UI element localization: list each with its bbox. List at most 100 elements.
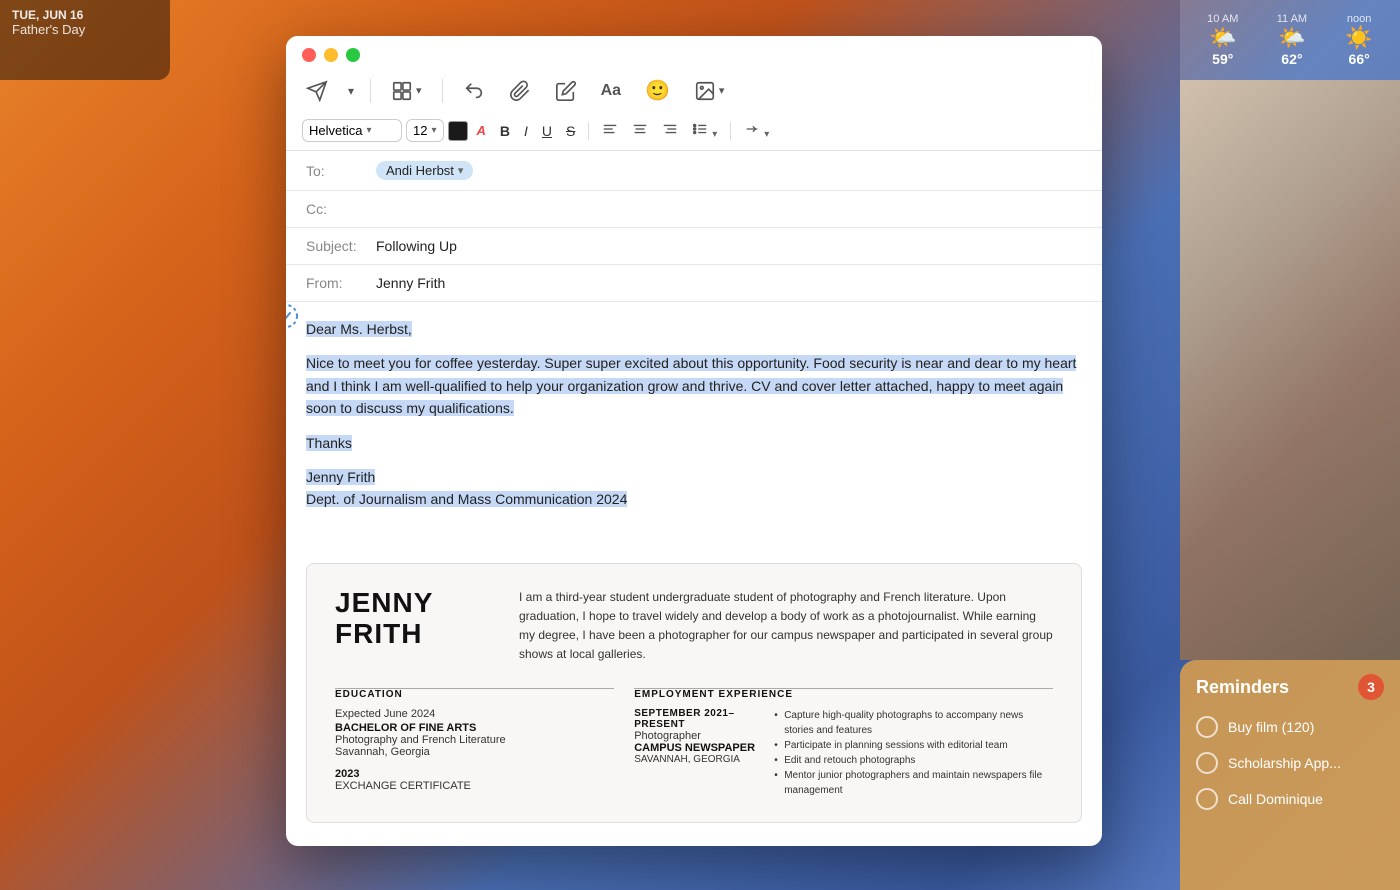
main-toolbar: ▾ ▾ [286,70,1102,115]
close-button[interactable] [302,48,316,62]
reminder-checkbox-1[interactable] [1196,752,1218,774]
weather-entry-2: noon ☀️ 66° [1345,13,1372,67]
resume-last-name: FRITH [335,619,495,650]
emp-bullet-0: Capture high-quality photographs to acco… [774,708,1053,738]
font-button[interactable]: Aa [597,78,625,104]
reminders-panel: Reminders 3 Buy film (120) Scholarship A… [1180,660,1400,890]
list-arrow: ▾ [712,129,717,140]
minimize-button[interactable] [324,48,338,62]
weather-temp-1: 62° [1281,51,1302,67]
emp-bullet-list: Capture high-quality photographs to acco… [774,708,1053,798]
reminder-item-2[interactable]: Call Dominique [1196,788,1384,810]
resume-attachment: JENNY FRITH I am a third-year student un… [306,563,1082,824]
weather-time-1: 11 AM [1277,13,1307,25]
text-color-swatch[interactable] [448,121,468,141]
weather-temp-0: 59° [1212,51,1233,67]
email-body[interactable]: Dear Ms. Herbst, Nice to meet you for co… [286,302,1102,846]
right-image-area [1180,80,1400,660]
from-field-row: From: Jenny Frith [286,265,1102,302]
reply-button[interactable] [459,76,489,106]
window-titlebar [286,36,1102,70]
holiday-label: Father's Day [12,22,158,37]
emoji-button[interactable]: 🙂 [641,74,674,107]
bold-button[interactable]: B [495,121,515,141]
font-size-arrow: ▾ [431,125,436,136]
body-paragraph: Nice to meet you for coffee yesterday. S… [306,352,1082,419]
resume-bio-text: I am a third-year student undergraduate … [519,588,1053,665]
reminder-item-1[interactable]: Scholarship App... [1196,752,1384,774]
font-select[interactable]: Helvetica ▾ [302,119,402,142]
emp-title-0: Photographer [634,730,758,742]
emp-content: SEPTEMBER 2021–PRESENT Photographer CAMP… [634,708,1053,798]
subject-label: Subject: [306,238,376,254]
signature-dept-text: Dept. of Journalism and Mass Communicati… [306,488,1082,510]
to-label: To: [306,163,376,179]
education-title: EDUCATION [335,689,614,700]
cursor-icon [286,302,298,336]
list-button[interactable]: ▾ [687,119,722,142]
resume-name-block: JENNY FRITH [335,588,495,665]
cc-label: Cc: [306,201,376,217]
reminder-item-0[interactable]: Buy film (120) [1196,716,1384,738]
maximize-button[interactable] [346,48,360,62]
reminder-text-0: Buy film (120) [1228,719,1314,735]
align-center-button[interactable] [627,119,653,142]
recipient-dropdown-arrow[interactable]: ▾ [458,164,464,177]
email-body-text[interactable]: Dear Ms. Herbst, Nice to meet you for co… [286,302,1102,547]
edu-year-1: 2023 [335,768,614,780]
emp-bullet-2: Edit and retouch photographs [774,753,1053,768]
layout-arrow: ▾ [416,84,422,97]
recipient-tag[interactable]: Andi Herbst ▾ [376,161,473,180]
resume-header-section: JENNY FRITH I am a third-year student un… [307,564,1081,689]
font-size-value: 12 [413,123,427,138]
font-size-select[interactable]: 12 ▾ [406,119,444,142]
weather-time-0: 10 AM [1207,13,1238,25]
format-toolbar: Helvetica ▾ 12 ▾ A B I U S [286,115,1102,151]
weather-entry-0: 10 AM 🌤️ 59° [1207,13,1238,67]
strikethrough-icon: S [566,123,575,139]
send-button[interactable] [302,76,332,106]
cc-field-row[interactable]: Cc: [286,191,1102,228]
emoji-icon: 🙂 [645,78,670,103]
resume-sections: EDUCATION Expected June 2024 BACHELOR OF… [307,689,1081,822]
reminder-text-1: Scholarship App... [1228,755,1341,771]
expand-arrow: ▾ [764,129,769,140]
layout-button[interactable]: ▾ [387,76,426,106]
edit-button[interactable] [551,76,581,106]
closing-selected: Thanks [306,435,352,451]
align-right-button[interactable] [657,119,683,142]
format-separator [588,122,589,140]
reminders-title: Reminders [1196,677,1289,698]
toolbar-separator-1 [370,79,371,103]
expand-button[interactable]: ▾ [739,119,774,142]
weather-icon-2: ☀️ [1345,25,1372,51]
email-text-container[interactable]: Dear Ms. Herbst, Nice to meet you for co… [286,302,1102,823]
signature-name-text: Jenny Frith [306,466,1082,488]
weather-icon-0: 🌤️ [1209,25,1236,51]
reminder-checkbox-2[interactable] [1196,788,1218,810]
from-value: Jenny Frith [376,275,445,291]
underline-button[interactable]: U [537,121,557,141]
emp-bullet-1: Participate in planning sessions with ed… [774,738,1053,753]
bold-icon: B [500,123,510,139]
reminder-checkbox-0[interactable] [1196,716,1218,738]
format-separator-2 [730,122,731,140]
underline-icon: U [542,123,552,139]
italic-button[interactable]: I [519,121,533,141]
attach-button[interactable] [505,76,535,106]
closing-text: Thanks [306,432,1082,454]
from-label: From: [306,275,376,291]
date-label: TUE, JUN 16 [12,8,158,22]
edu-entry-1: 2023 EXCHANGE CERTIFICATE [335,768,614,792]
subject-field-row[interactable]: Subject: Following Up [286,228,1102,265]
strikethrough-button[interactable]: S [561,121,580,141]
edu-field-0: Photography and French Literature [335,734,614,746]
emp-details: SEPTEMBER 2021–PRESENT Photographer CAMP… [634,708,758,798]
edu-cert-1: EXCHANGE CERTIFICATE [335,780,614,792]
send-dropdown-button[interactable]: ▾ [348,84,354,98]
emp-bullets-container: Capture high-quality photographs to acco… [774,708,1053,798]
highlight-button[interactable]: A [472,121,491,140]
photo-button[interactable]: ▾ [690,76,729,106]
align-left-button[interactable] [597,119,623,142]
resume-employment-section: EMPLOYMENT EXPERIENCE SEPTEMBER 2021–PRE… [634,689,1053,798]
